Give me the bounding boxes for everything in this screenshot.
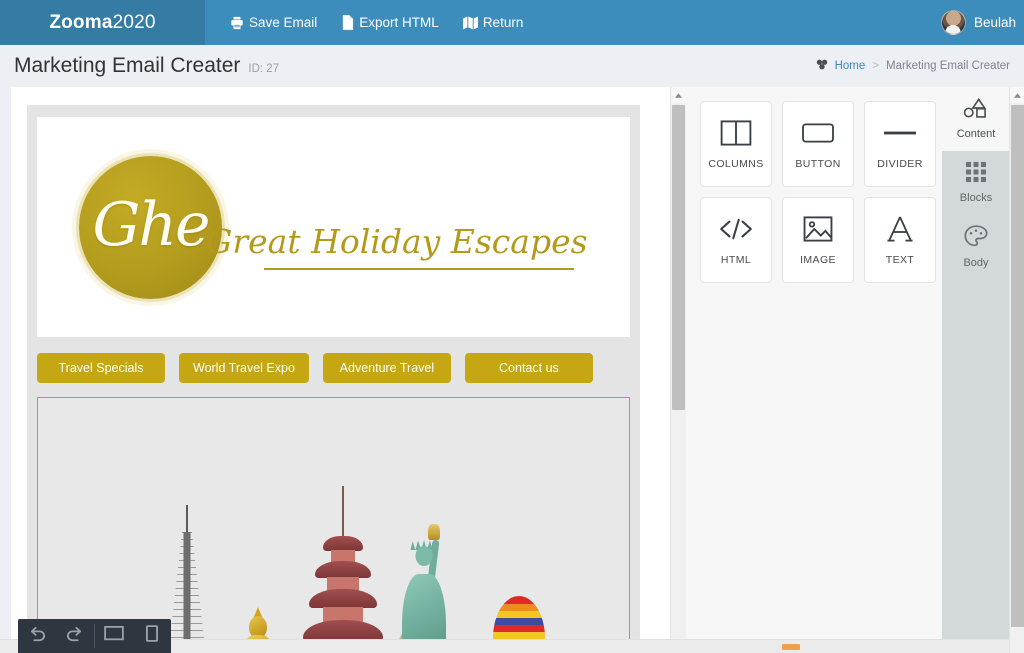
undo-button[interactable] <box>18 619 56 653</box>
button-icon <box>801 118 835 148</box>
dashboard-icon <box>816 59 828 73</box>
block-tile-divider[interactable]: DIVIDER <box>864 101 936 187</box>
scroll-up-arrow-icon[interactable] <box>671 87 686 103</box>
app-brand-logo[interactable]: Zooma 2020 <box>0 0 205 45</box>
mobile-view-button[interactable] <box>133 619 171 653</box>
avatar <box>940 10 966 35</box>
block-tile-image[interactable]: IMAGE <box>782 197 854 283</box>
page-scroll-up-arrow-icon[interactable] <box>1010 87 1024 103</box>
return-label: Return <box>482 15 524 30</box>
breadcrumb-current: Marketing Email Creater <box>886 60 1010 72</box>
canvas-scrollbar-thumb[interactable] <box>672 105 685 410</box>
block-tile-text[interactable]: TEXT <box>864 197 936 283</box>
redo-button[interactable] <box>56 619 94 653</box>
email-canvas[interactable]: Ghe Great Holiday Escapes Travel Special… <box>11 87 670 647</box>
desktop-icon <box>104 625 124 647</box>
save-email-label: Save Email <box>249 15 318 30</box>
workspace: Ghe Great Holiday Escapes Travel Special… <box>0 87 1024 653</box>
user-menu[interactable]: Beulah <box>940 10 1024 35</box>
undo-icon <box>28 626 46 647</box>
printer-icon <box>230 16 244 30</box>
viewport-controls <box>95 619 171 653</box>
email-button-travel-specials[interactable]: Travel Specials <box>37 353 165 383</box>
shapes-icon <box>963 97 989 123</box>
block-label-button: BUTTON <box>795 158 841 170</box>
editor-sidebar: COLUMNS BUTTON DIVIDER HTML IMAGE TEXT C… <box>686 87 1024 647</box>
logo-mark-text: Ghe <box>92 190 210 260</box>
email-button-adventure-travel[interactable]: Adventure Travel <box>322 353 451 383</box>
block-label-columns: COLUMNS <box>708 158 764 170</box>
breadcrumb-home[interactable]: Home <box>835 60 866 72</box>
brand-name-secondary: 2020 <box>112 11 156 33</box>
email-button-world-travel-expo[interactable]: World Travel Expo <box>179 353 309 383</box>
text-icon <box>887 214 913 244</box>
image-icon <box>803 214 833 244</box>
page-scrollbar[interactable] <box>1009 87 1024 653</box>
blocks-palette: COLUMNS BUTTON DIVIDER HTML IMAGE TEXT <box>686 87 942 647</box>
redo-icon <box>66 626 84 647</box>
export-html-label: Export HTML <box>359 15 439 30</box>
email-canvas-scroll-content: Ghe Great Holiday Escapes Travel Special… <box>11 87 656 647</box>
logo-coin-mark: Ghe <box>79 155 222 299</box>
desktop-view-button[interactable] <box>95 619 133 653</box>
block-label-html: HTML <box>720 254 752 266</box>
tab-blocks-label: Blocks <box>959 192 993 204</box>
grid-icon <box>966 162 986 187</box>
canvas-scrollbar[interactable] <box>670 87 686 647</box>
editor-tab-rail: Content Blocks Body <box>942 87 1010 647</box>
block-tile-html[interactable]: HTML <box>700 197 772 283</box>
email-button-row: Travel Specials World Travel Expo Advent… <box>37 337 630 397</box>
breadcrumb-separator: > <box>872 60 880 72</box>
page-header: Marketing Email Creater ID: 27 Home > Ma… <box>0 45 1024 87</box>
return-button[interactable]: Return <box>451 9 536 36</box>
navbar-actions: Save Email Export HTML Return <box>218 0 535 45</box>
user-name: Beulah <box>973 15 1016 30</box>
pagoda-graphic <box>300 486 386 647</box>
brand-name-primary: Zooma <box>49 11 113 33</box>
file-icon <box>341 15 354 30</box>
block-label-image: IMAGE <box>800 254 836 266</box>
tab-body-label: Body <box>963 257 989 269</box>
map-icon <box>462 15 478 30</box>
editor-toolbar <box>18 619 171 653</box>
divider-icon <box>884 118 916 148</box>
export-html-button[interactable]: Export HTML <box>329 9 451 36</box>
top-navbar: Zooma 2020 Save Email Export HTML Return… <box>0 0 1024 45</box>
code-icon <box>719 214 753 244</box>
page-id-label: ID: 27 <box>248 63 280 75</box>
page-scrollbar-thumb[interactable] <box>1011 105 1024 627</box>
email-body[interactable]: Ghe Great Holiday Escapes Travel Special… <box>27 105 640 647</box>
block-tile-columns[interactable]: COLUMNS <box>700 101 772 187</box>
logo-wordmark: Great Holiday Escapes <box>206 221 588 270</box>
block-tile-button[interactable]: BUTTON <box>782 101 854 187</box>
page-title: Marketing Email Creater <box>14 54 241 77</box>
mobile-icon <box>146 625 158 647</box>
panel-resize-handle[interactable] <box>782 644 800 650</box>
breadcrumb: Home > Marketing Email Creater <box>816 59 1010 73</box>
block-label-divider: DIVIDER <box>877 158 923 170</box>
tab-content-label: Content <box>956 128 996 140</box>
palette-icon <box>964 225 988 252</box>
tab-content[interactable]: Content <box>942 87 1010 151</box>
email-logo-block[interactable]: Ghe Great Holiday Escapes <box>37 117 630 337</box>
block-label-text: TEXT <box>885 254 915 266</box>
tab-blocks[interactable]: Blocks <box>942 151 1010 215</box>
tab-body[interactable]: Body <box>942 215 1010 279</box>
email-button-contact-us[interactable]: Contact us <box>464 353 593 383</box>
statue-of-liberty-graphic <box>394 516 454 647</box>
columns-icon <box>720 118 752 148</box>
save-email-button[interactable]: Save Email <box>218 9 329 36</box>
history-controls <box>18 619 94 653</box>
email-hero-image-block[interactable] <box>37 397 630 647</box>
